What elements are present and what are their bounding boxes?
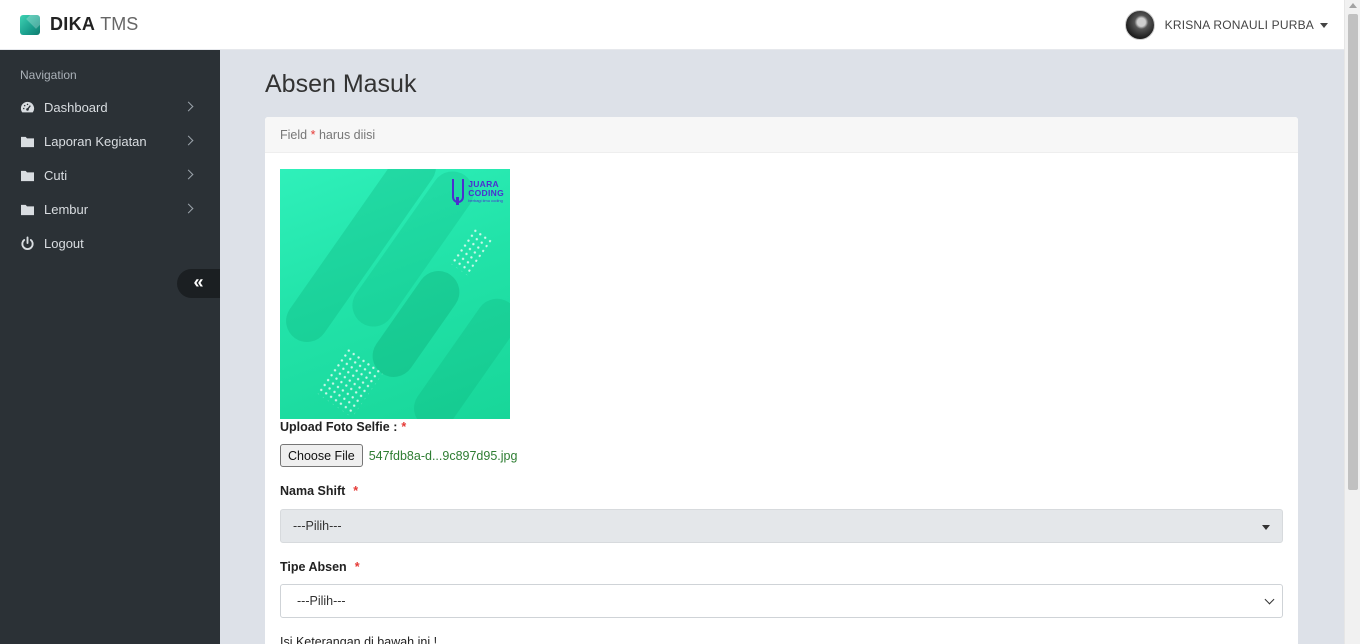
shift-label-text: Nama Shift [280,484,346,498]
file-upload: Choose File 547fdb8a-d...9c897d95.jpg [280,444,517,467]
avatar [1124,10,1155,40]
brand-suffix: TMS [100,14,139,34]
page-title: Absen Masuk [265,70,417,98]
upload-label-text: Upload Foto Selfie : [280,420,398,434]
keterangan-label: Isi Keterangan di bawah ini ! [280,635,438,644]
note-prefix: Field [280,128,308,142]
sidebar: Navigation Dashboard Laporan Kegiatan Cu… [0,50,220,644]
required-mark: * [401,420,407,434]
brand[interactable]: DIKA TMS [20,14,138,35]
sidebar-item-laporan-kegiatan[interactable]: Laporan Kegiatan [0,124,220,158]
folder-icon [20,168,35,183]
user-name: KRISNA RONAULI PURBA [1164,18,1314,32]
mic-icon [452,179,465,205]
nav-heading: Navigation [20,68,77,82]
folder-icon [20,202,35,217]
sidebar-collapse-button[interactable]: « [177,269,220,298]
sidebar-item-cuti[interactable]: Cuti [0,158,220,192]
sidebar-item-label: Lembur [44,201,89,217]
tipe-absen-select[interactable]: ---Pilih--- [280,584,1283,618]
required-note: Field * harus diisi [265,117,1298,153]
tipe-absen-label: Tipe Absen * [280,560,360,574]
upload-label: Upload Foto Selfie : * [280,420,406,434]
shift-select[interactable]: ---Pilih--- [280,509,1283,543]
sidebar-item-label: Logout [44,235,84,251]
caret-down-icon [1320,22,1328,28]
note-suffix: harus diisi [318,128,376,142]
sidebar-item-dashboard[interactable]: Dashboard [0,90,220,124]
sidebar-item-logout[interactable]: Logout [0,226,220,260]
scroll-thumb[interactable] [1348,14,1358,490]
required-mark: * [310,128,316,142]
juara-coding-logo: JUARA CODING berbagi ilmu coding [452,179,504,205]
preview-dot-pattern [449,226,493,276]
chevron-down-icon [1264,594,1275,605]
chevron-right-icon [183,169,194,180]
brand-name: DIKA [50,14,96,34]
required-mark: * [353,484,359,498]
sidebar-item-lembur[interactable]: Lembur [0,192,220,226]
choose-file-button[interactable]: Choose File [280,444,363,467]
tipe-absen-select-value: ---Pilih--- [297,594,346,608]
power-icon [20,235,35,251]
selected-file-name: 547fdb8a-d...9c897d95.jpg [368,448,518,463]
sidebar-item-label: Cuti [44,167,68,183]
folder-icon [20,134,35,149]
logo-line2: CODING [468,187,504,198]
double-chevron-left-icon: « [193,272,204,292]
tipe-absen-label-text: Tipe Absen [280,560,347,574]
dashboard-icon [20,100,35,115]
shift-select-value: ---Pilih--- [293,519,342,533]
shift-label: Nama Shift * [280,484,358,498]
required-mark: * [354,560,360,574]
chevron-right-icon [183,135,194,146]
page-scrollbar[interactable] [1344,0,1360,644]
scroll-up-arrow-icon[interactable] [1349,3,1357,8]
top-header: DIKA TMS KRISNA RONAULI PURBA [0,0,1344,50]
chevron-right-icon [183,101,194,112]
sidebar-item-label: Dashboard [44,99,108,115]
chevron-right-icon [183,203,194,214]
selfie-preview-image: JUARA CODING berbagi ilmu coding [280,169,510,419]
caret-down-icon [1262,525,1270,530]
form-card: Field * harus diisi JUARA CODING berbagi… [265,117,1298,644]
logo-sub: berbagi ilmu coding [468,197,503,203]
user-menu[interactable]: KRISNA RONAULI PURBA [1124,10,1328,40]
brand-logo-icon [20,14,40,35]
sidebar-item-label: Laporan Kegiatan [44,133,147,149]
